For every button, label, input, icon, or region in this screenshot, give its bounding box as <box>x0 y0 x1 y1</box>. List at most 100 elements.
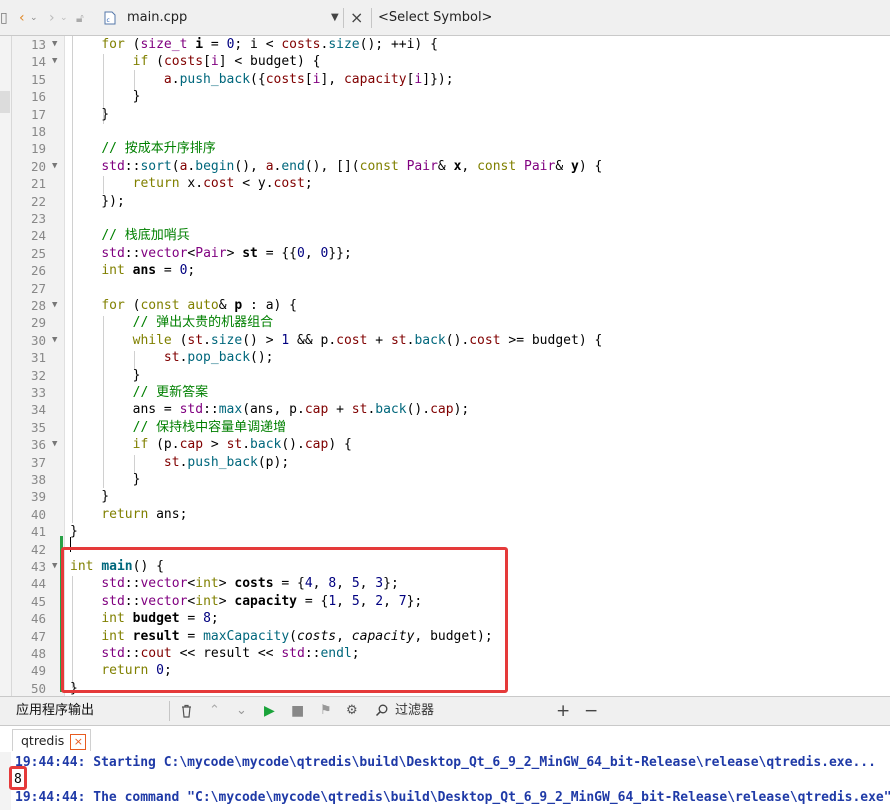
file-dropdown-icon[interactable]: ▼ <box>331 0 339 36</box>
code-text: // 更新答案 <box>132 385 209 400</box>
back-arrow-icon[interactable]: ‹ <box>19 0 25 36</box>
code-text: } <box>70 367 141 383</box>
code-line[interactable]: 41} <box>0 523 890 540</box>
settings-gear-icon[interactable]: ⚙ <box>346 697 358 725</box>
output-line-command: 19:44:44: The command "C:\mycode\mycode\… <box>15 790 890 805</box>
code-editor[interactable]: 13 ▼ for (size_t i = 0; i < costs.size();… <box>0 36 890 696</box>
line-number: 32 <box>30 367 46 383</box>
code-line[interactable]: 20 ▼ std::sort(a.begin(), a.end(), [](con… <box>0 158 890 175</box>
fold-arrow-icon[interactable]: ▼ <box>52 297 57 314</box>
code-text: if (costs[i] < budget) { <box>132 54 321 70</box>
code-line[interactable]: 33 // 更新答案 <box>0 384 890 401</box>
symbol-selector[interactable]: <Select Symbol> <box>378 0 492 36</box>
code-line[interactable]: 25 std::vector<Pair> st = {{0, 0}}; <box>0 245 890 262</box>
code-line[interactable]: 14 ▼ if (costs[i] < budget) { <box>0 53 890 70</box>
stop-icon[interactable]: ■ <box>291 697 304 725</box>
code-line[interactable]: 18 <box>0 123 890 140</box>
run-icon[interactable]: ▶ <box>264 697 275 725</box>
application-output[interactable]: 19:44:44: Starting C:\mycode\mycode\qtre… <box>0 752 890 810</box>
line-number: 19 <box>30 141 46 157</box>
filter-input[interactable]: 过滤器 <box>395 697 434 725</box>
code-text: }); <box>70 193 125 209</box>
code-line[interactable]: 30 ▼ while (st.size() > 1 && p.cost + st.… <box>0 332 890 349</box>
code-line[interactable]: 37 st.push_back(p); <box>0 454 890 471</box>
code-line[interactable]: 26 int ans = 0; <box>0 262 890 279</box>
tab-label: qtredis <box>21 733 65 748</box>
line-number: 48 <box>30 646 46 661</box>
code-text: for (const auto& p : a) { <box>101 298 298 313</box>
file-name-combo[interactable]: main.cpp <box>127 0 187 36</box>
line-number: 43 <box>30 559 46 574</box>
line-number: 18 <box>30 124 46 139</box>
code-text: } <box>70 472 141 487</box>
code-line[interactable]: 21 return x.cost < y.cost; <box>0 175 890 192</box>
next-item-icon[interactable]: ⌄ <box>236 697 247 725</box>
code-line[interactable]: 27 <box>0 280 890 297</box>
fold-arrow-icon[interactable]: ▼ <box>52 436 57 453</box>
code-text: } <box>70 489 110 505</box>
clear-output-icon[interactable] <box>180 697 193 725</box>
attach-debugger-icon[interactable]: ⚑ <box>320 697 332 725</box>
code-line[interactable]: 39 } <box>0 488 890 505</box>
code-text: } <box>70 106 110 122</box>
previous-item-icon[interactable]: ⌃ <box>209 697 220 725</box>
code-line[interactable]: 40 return ans; <box>0 506 890 523</box>
line-number: 46 <box>30 611 46 627</box>
code-text: while (st.size() > 1 && p.cost + st.back… <box>132 332 603 348</box>
back-dropdown-icon[interactable]: ⌄ <box>30 0 38 36</box>
code-text: st.push_back(p); <box>163 454 290 470</box>
code-line[interactable]: 17 } <box>0 106 890 123</box>
line-number: 35 <box>30 419 46 435</box>
line-number: 39 <box>30 489 46 505</box>
code-line[interactable]: 32 } <box>0 367 890 384</box>
line-number: 36 <box>30 437 46 453</box>
line-number: 25 <box>30 245 46 261</box>
code-text: std::sort(a.begin(), a.end(), [](const P… <box>101 158 603 174</box>
close-icon[interactable]: × <box>70 733 87 750</box>
zoom-out-button[interactable]: − <box>584 697 598 725</box>
file-icon: c <box>104 11 116 25</box>
search-icon <box>375 697 388 725</box>
editor-toolbar: ▯ ‹ ⌄ › ⌄ 🔓︎ c main.cpp ▼ × <Select Symb… <box>0 0 890 36</box>
code-text: // 弹出太贵的机器组合 <box>132 315 274 331</box>
code-line[interactable]: 31 st.pop_back(); <box>0 349 890 366</box>
code-text: return ans; <box>101 506 188 522</box>
fold-arrow-icon[interactable]: ▼ <box>52 558 57 575</box>
svg-text:c: c <box>107 17 110 24</box>
line-number: 24 <box>30 228 46 244</box>
close-file-icon[interactable]: × <box>350 0 363 36</box>
code-line[interactable]: 15 a.push_back({costs[i], capacity[i]}); <box>0 71 890 88</box>
pin-icon[interactable]: ▯ <box>0 0 8 36</box>
forward-dropdown-icon[interactable]: ⌄ <box>60 0 68 36</box>
code-line[interactable]: 22 }); <box>0 193 890 210</box>
code-line[interactable]: 16 } <box>0 88 890 105</box>
fold-arrow-icon[interactable]: ▼ <box>52 332 57 349</box>
line-number: 41 <box>30 524 46 540</box>
output-toolbar: 应用程序输出 ⌃ ⌄ ▶ ■ ⚑ ⚙ 过滤器 + − <box>0 696 890 726</box>
code-line[interactable]: 38 } <box>0 471 890 488</box>
code-line[interactable]: 36 ▼ if (p.cap > st.back().cap) { <box>0 436 890 453</box>
forward-arrow-icon[interactable]: › <box>49 0 55 36</box>
zoom-in-button[interactable]: + <box>556 697 570 725</box>
code-line[interactable]: 35 // 保持栈中容量单调递增 <box>0 419 890 436</box>
code-line[interactable]: 19 // 按成本升序排序 <box>0 140 890 157</box>
line-number: 17 <box>30 106 46 122</box>
code-line[interactable]: 23 <box>0 210 890 227</box>
code-line[interactable]: 29 // 弹出太贵的机器组合 <box>0 314 890 331</box>
code-line[interactable]: 34 ans = std::max(ans, p.cap + st.back()… <box>0 401 890 418</box>
lock-icon[interactable]: 🔓︎ <box>76 0 84 36</box>
line-number: 34 <box>30 402 46 418</box>
fold-arrow-icon[interactable]: ▼ <box>52 36 57 53</box>
code-line[interactable]: 13 ▼ for (size_t i = 0; i < costs.size();… <box>0 36 890 53</box>
line-number: 44 <box>30 576 46 592</box>
output-line-starting: 19:44:44: Starting C:\mycode\mycode\qtre… <box>15 755 876 770</box>
line-number: 33 <box>30 385 46 400</box>
code-line[interactable]: 28 ▼ for (const auto& p : a) { <box>0 297 890 314</box>
code-line[interactable]: 24 // 栈底加哨兵 <box>0 227 890 244</box>
line-number: 29 <box>30 315 46 331</box>
code-text: for (size_t i = 0; i < costs.size(); ++i… <box>101 37 438 52</box>
tab-qtredis[interactable]: qtredis × <box>12 729 92 751</box>
line-number: 20 <box>30 158 46 174</box>
fold-arrow-icon[interactable]: ▼ <box>52 158 57 175</box>
fold-arrow-icon[interactable]: ▼ <box>52 53 57 70</box>
